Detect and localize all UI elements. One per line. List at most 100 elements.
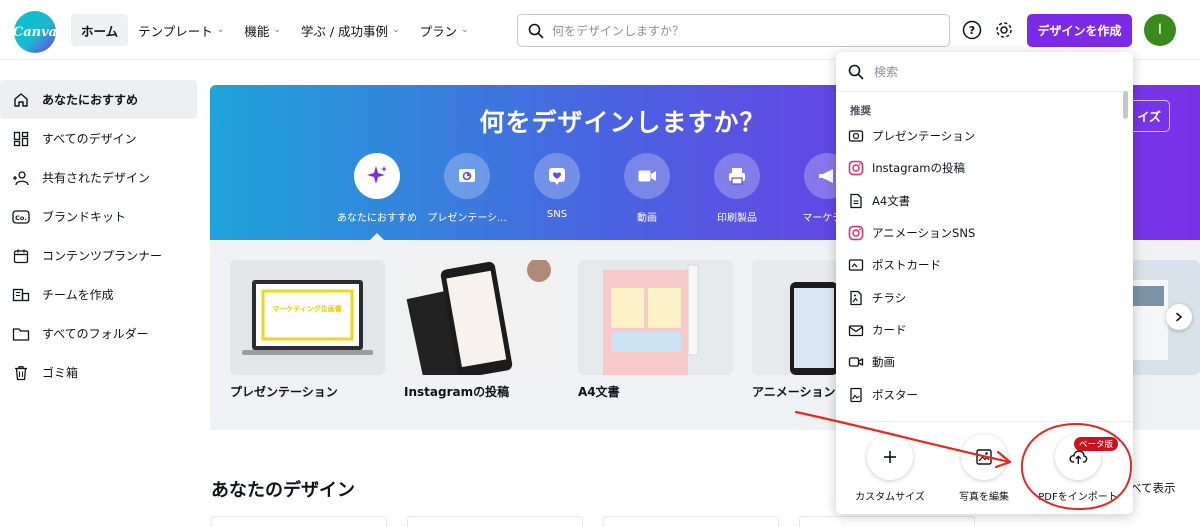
- flyer-icon: [848, 290, 864, 306]
- avatar[interactable]: I: [1144, 14, 1176, 46]
- nav-templates[interactable]: テンプレート ⌄: [128, 14, 234, 46]
- sidebar-item-label: すべてのフォルダー: [42, 325, 149, 342]
- design-search-input[interactable]: [552, 24, 932, 38]
- sidebar-item-all-folders[interactable]: すべてのフォルダー: [0, 314, 197, 353]
- menu-search-input[interactable]: [874, 65, 1104, 79]
- nav-plans[interactable]: プラン⌄: [410, 14, 479, 46]
- svg-text:?: ?: [969, 24, 975, 37]
- category-for-you[interactable]: あなたにおすすめ: [337, 153, 417, 224]
- template-card-a4-document[interactable]: [578, 260, 733, 375]
- nav-label: テンプレート: [138, 21, 213, 40]
- sidebar-item-for-you[interactable]: あなたにおすすめ: [0, 80, 197, 119]
- template-label: アニメーションS: [752, 383, 844, 400]
- nav-label: ホーム: [81, 21, 118, 40]
- edit-photo-action[interactable]: 写真を編集: [934, 434, 1034, 503]
- calendar-icon: [12, 247, 30, 265]
- sidebar: あなたにおすすめ すべてのデザイン 共有されたデザイン Co. ブランドキット …: [0, 80, 200, 392]
- sidebar-item-trash[interactable]: ゴミ箱: [0, 353, 197, 392]
- custom-size-action[interactable]: カスタムサイズ: [840, 434, 940, 503]
- menu-item-label: 動画: [872, 354, 895, 370]
- image-edit-icon: [961, 434, 1007, 480]
- create-design-button[interactable]: デザインを作成: [1027, 14, 1132, 47]
- home-icon: [12, 91, 30, 109]
- design-card[interactable]: [211, 516, 387, 527]
- canva-logo[interactable]: Canva: [14, 11, 56, 53]
- menu-item-video[interactable]: 動画: [836, 346, 1121, 378]
- nav-learn[interactable]: 学ぶ / 成功事例 ⌄: [291, 14, 410, 46]
- nav-home[interactable]: ホーム: [71, 14, 128, 46]
- category-label: プレゼンテーシ...: [427, 209, 507, 224]
- menu-item-postcard[interactable]: ポストカード: [836, 249, 1121, 281]
- sidebar-item-label: あなたにおすすめ: [42, 91, 138, 108]
- menu-item-label: ポストカード: [872, 257, 941, 273]
- category-sns[interactable]: SNS: [517, 153, 597, 220]
- chevron-down-icon: ⌄: [392, 25, 400, 35]
- menu-item-presentation[interactable]: プレゼンテーション: [836, 120, 1121, 152]
- thumbnail-title: マーケティング企画書: [272, 304, 341, 313]
- template-card-instagram[interactable]: [404, 260, 559, 375]
- nav-label: 学ぶ / 成功事例: [301, 21, 388, 40]
- menu-item-poster[interactable]: ポスター: [836, 378, 1121, 410]
- instagram-icon: [848, 225, 864, 241]
- design-card[interactable]: [799, 516, 975, 527]
- search-icon: [848, 64, 864, 80]
- presentation-icon: [848, 128, 864, 144]
- template-label: Instagramの投稿: [404, 383, 509, 400]
- your-designs-title: あなたのデザイン: [211, 476, 355, 502]
- template-card-presentation[interactable]: マーケティング企画書: [230, 260, 385, 375]
- custom-size-label: イズ: [1137, 108, 1161, 125]
- menu-item-label: Instagramの投稿: [872, 160, 965, 176]
- template-label: プレゼンテーション: [230, 383, 338, 400]
- menu-item-label: カード: [872, 322, 907, 338]
- brand-kit-icon: Co.: [12, 208, 30, 226]
- menu-item-label: プレゼンテーション: [872, 128, 975, 144]
- design-card[interactable]: [603, 516, 779, 527]
- action-label: カスタムサイズ: [840, 488, 940, 503]
- heart-icon: [534, 153, 580, 199]
- menu-item-a4-document[interactable]: A4文書: [836, 185, 1121, 217]
- instagram-icon: [848, 160, 864, 176]
- menu-item-card[interactable]: カード: [836, 314, 1121, 346]
- nav-features[interactable]: 機能⌄: [234, 14, 291, 46]
- main-nav: ホーム テンプレート ⌄ 機能⌄ 学ぶ / 成功事例 ⌄ プラン⌄: [71, 14, 479, 46]
- sidebar-item-content-planner[interactable]: コンテンツプランナー: [0, 236, 197, 275]
- shared-users-icon: [12, 169, 30, 187]
- category-label: あなたにおすすめ: [337, 209, 417, 224]
- beta-badge: ベータ版: [1074, 437, 1118, 451]
- category-print[interactable]: 印刷製品: [697, 153, 777, 224]
- action-label: 写真を編集: [934, 488, 1034, 503]
- menu-item-label: アニメーションSNS: [872, 225, 975, 241]
- chevron-right-icon: [1174, 312, 1184, 322]
- laptop-thumbnail: マーケティング企画書: [230, 260, 385, 375]
- sidebar-item-create-team[interactable]: チームを作成: [0, 275, 197, 314]
- settings-button[interactable]: [992, 18, 1016, 42]
- poster-icon: [848, 387, 864, 403]
- category-presentation[interactable]: プレゼンテーシ...: [427, 153, 507, 224]
- category-video[interactable]: 動画: [607, 153, 687, 224]
- top-bar: Canva ホーム テンプレート⌄ 機能⌄ 学ぶ / 成功事例⌄ プラン⌄ ? …: [0, 0, 1200, 60]
- menu-item-flyer[interactable]: チラシ: [836, 281, 1121, 313]
- help-button[interactable]: ?: [960, 18, 984, 42]
- sidebar-item-label: チームを作成: [42, 286, 114, 303]
- sidebar-item-brand-kit[interactable]: Co. ブランドキット: [0, 197, 197, 236]
- design-search: [517, 14, 950, 47]
- sidebar-item-label: ブランドキット: [42, 208, 126, 225]
- sidebar-item-label: 共有されたデザイン: [42, 169, 150, 186]
- gear-icon: [994, 20, 1014, 40]
- sidebar-item-all-designs[interactable]: すべてのデザイン: [0, 119, 197, 158]
- menu-item-animation-sns[interactable]: アニメーションSNS: [836, 217, 1121, 249]
- menu-scrollbar[interactable]: [1123, 91, 1128, 119]
- video-icon: [624, 153, 670, 199]
- carousel-next-button[interactable]: [1166, 304, 1192, 330]
- phone-thumbnail: [404, 260, 559, 375]
- menu-item-instagram-post[interactable]: Instagramの投稿: [836, 152, 1121, 184]
- chevron-down-icon: ⌄: [461, 25, 469, 35]
- sidebar-item-shared[interactable]: 共有されたデザイン: [0, 158, 197, 197]
- design-card[interactable]: [407, 516, 583, 527]
- menu-list: プレゼンテーション Instagramの投稿 A4文書 アニメーションSNS ポ…: [836, 120, 1121, 411]
- menu-divider: [836, 421, 1133, 422]
- menu-item-label: A4文書: [872, 193, 910, 209]
- printer-icon: [714, 153, 760, 199]
- chevron-down-icon: ⌄: [217, 25, 225, 35]
- see-all-link[interactable]: べて表示: [1130, 480, 1176, 496]
